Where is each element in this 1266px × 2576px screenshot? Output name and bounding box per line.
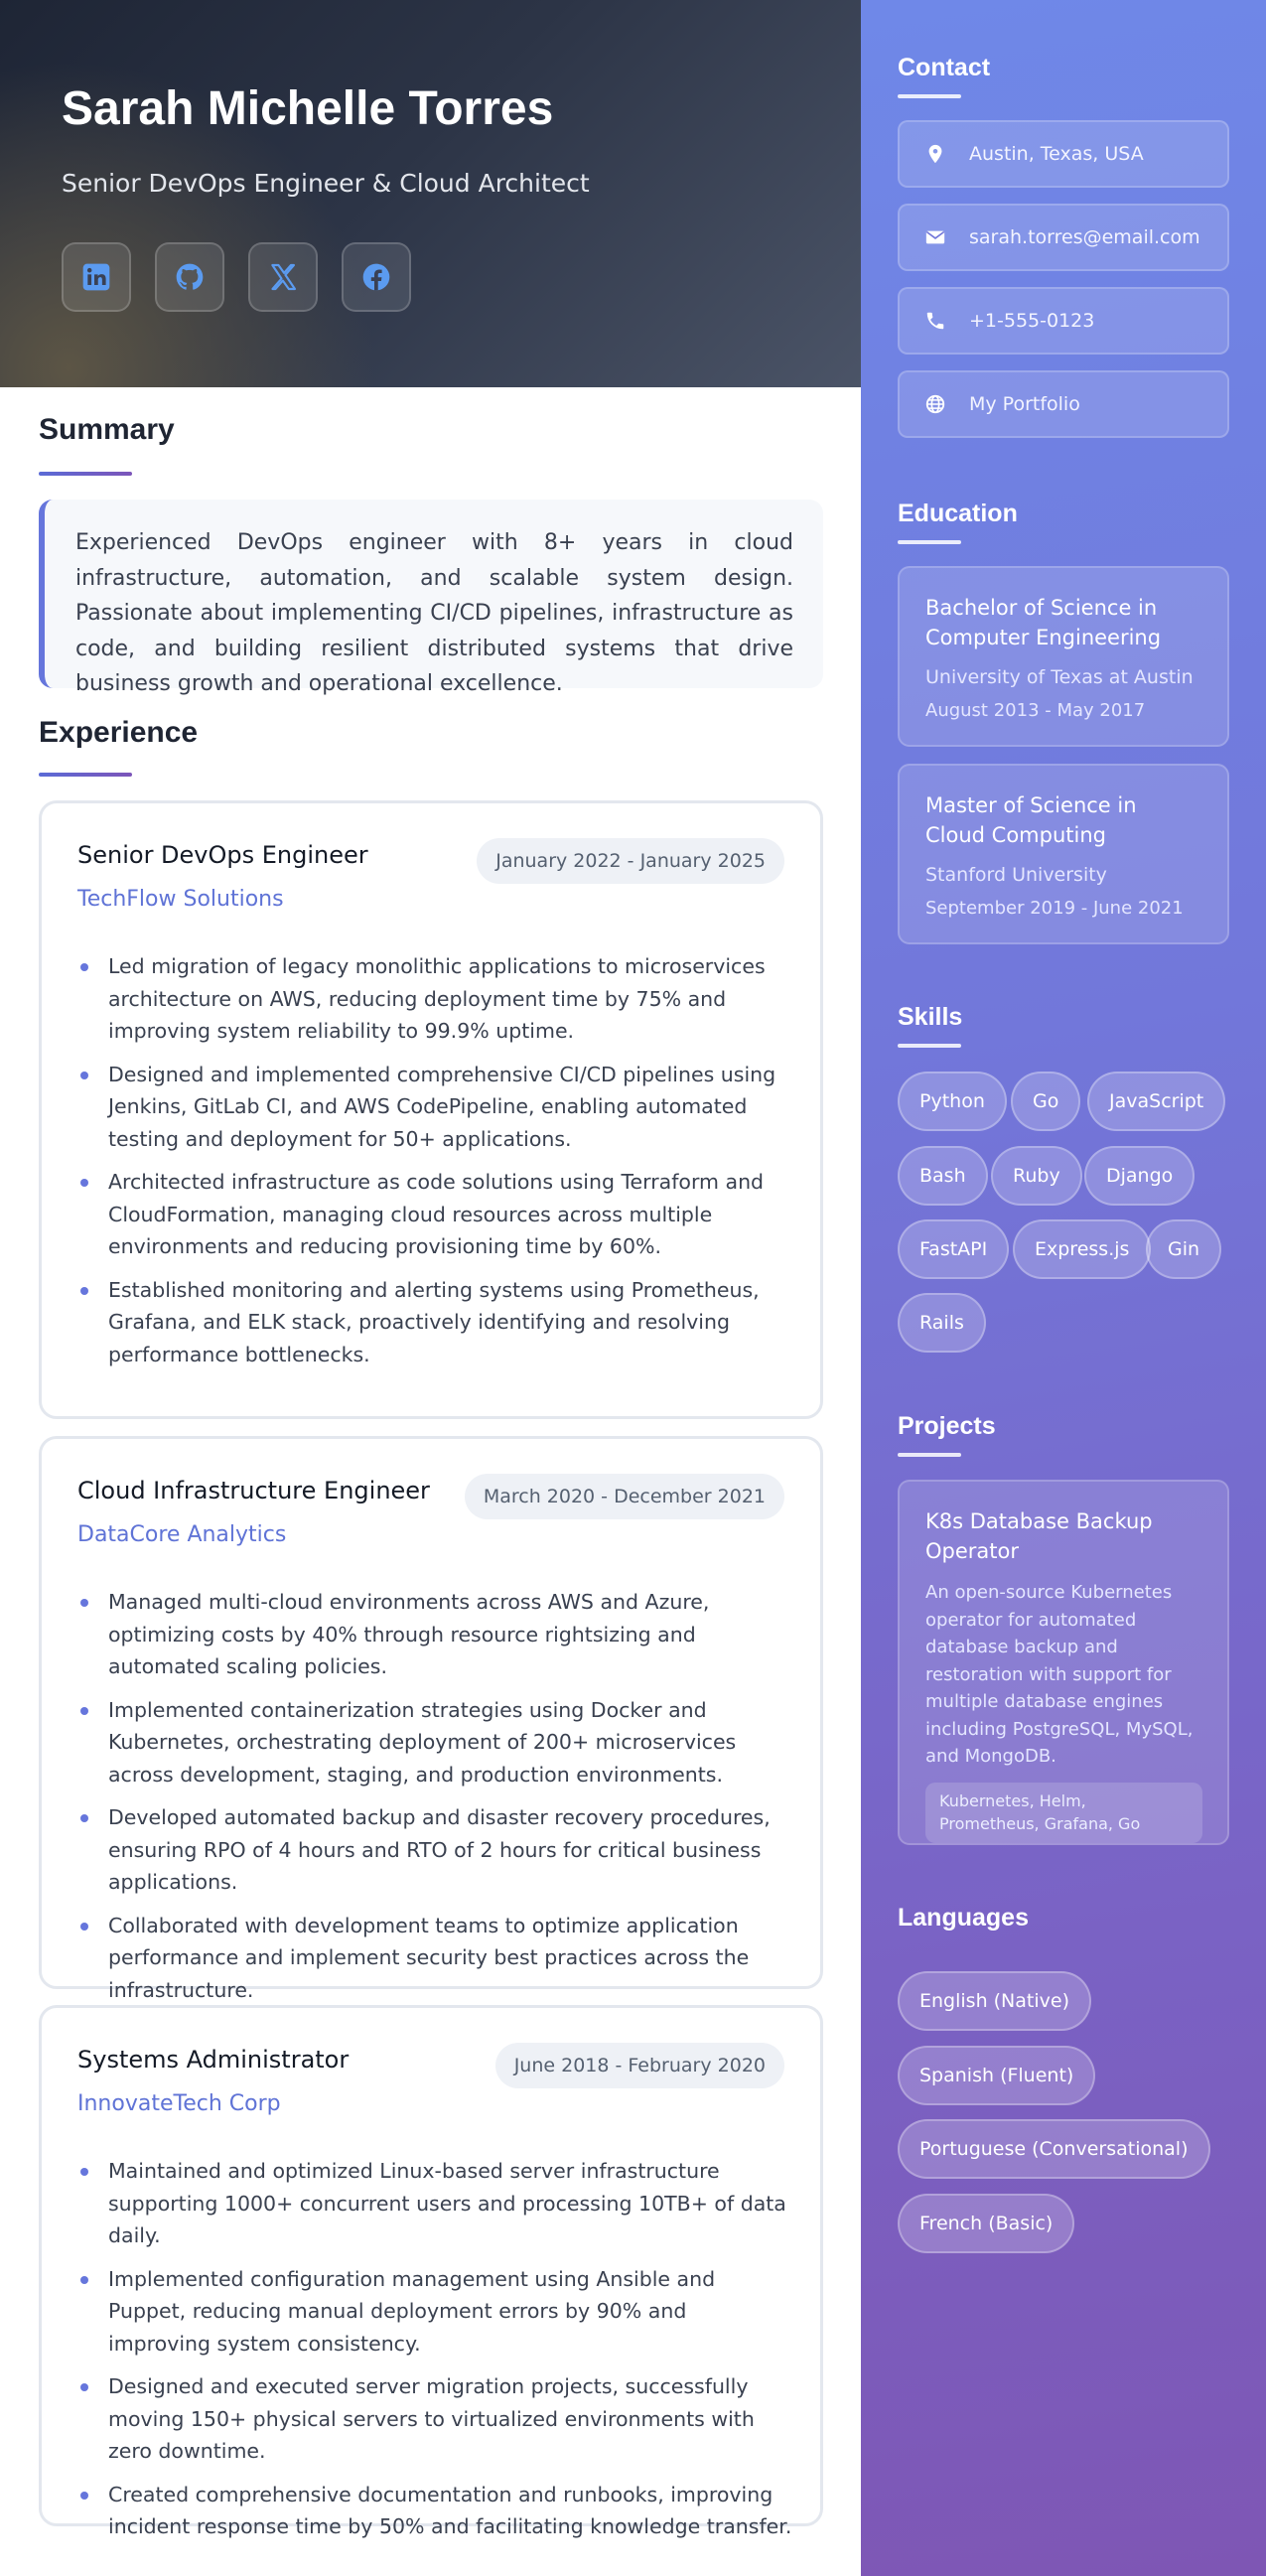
contact-heading-underline xyxy=(898,94,961,98)
phone-icon xyxy=(924,310,946,332)
project-tech: Kubernetes, Helm, Prometheus, Grafana, G… xyxy=(925,1782,1202,1843)
linkedin-link[interactable] xyxy=(62,242,131,312)
skill-chip: JavaScript xyxy=(1087,1072,1226,1131)
skill-chip: Ruby xyxy=(991,1146,1082,1206)
candidate-role: Senior DevOps Engineer & Cloud Architect xyxy=(62,169,590,198)
job-title: Systems Administrator xyxy=(77,2046,350,2074)
github-link[interactable] xyxy=(155,242,224,312)
contact-phone[interactable]: +1-555-0123 xyxy=(898,287,1229,355)
job-dates-badge: March 2020 - December 2021 xyxy=(464,1474,784,1519)
company-name: TechFlow Solutions xyxy=(77,887,284,912)
job-bullet: Implemented containerization strategies … xyxy=(77,1694,792,1791)
linkedin-icon xyxy=(82,263,110,291)
experience-card: Senior DevOps Engineer TechFlow Solution… xyxy=(39,800,823,1419)
job-dates-badge: June 2018 - February 2020 xyxy=(494,2043,784,2088)
experience-card: Cloud Infrastructure Engineer DataCore A… xyxy=(39,1436,823,2002)
skill-chip: Go xyxy=(1011,1072,1081,1131)
education-dates: August 2013 - May 2017 xyxy=(925,700,1146,721)
envelope-icon xyxy=(924,226,946,248)
job-bullets: Led migration of legacy monolithic appli… xyxy=(77,950,792,1381)
school: University of Texas at Austin xyxy=(925,666,1194,688)
language-chip: French (Basic) xyxy=(898,2194,1075,2253)
job-bullet: Managed multi-cloud environments across … xyxy=(77,1586,792,1683)
job-bullet: Developed automated backup and disaster … xyxy=(77,1801,792,1899)
job-title: Cloud Infrastructure Engineer xyxy=(77,1477,430,1504)
job-bullets: Managed multi-cloud environments across … xyxy=(77,1586,792,2017)
summary-heading: Summary xyxy=(39,413,175,446)
company-name: InnovateTech Corp xyxy=(77,2091,281,2116)
skill-chip: Gin xyxy=(1146,1219,1222,1279)
language-chip: Spanish (Fluent) xyxy=(898,2046,1096,2105)
job-bullet: Implemented configuration management usi… xyxy=(77,2263,792,2361)
x-link[interactable] xyxy=(248,242,318,312)
job-bullets: Maintained and optimized Linux-based ser… xyxy=(77,2155,792,2554)
job-bullet: Designed and implemented comprehensive C… xyxy=(77,1059,792,1156)
contact-text: +1-555-0123 xyxy=(969,310,1095,332)
sidebar: Contact Austin, Texas, USA sarah.torres@… xyxy=(861,0,1266,2576)
summary-box: Experienced DevOps engineer with 8+ year… xyxy=(39,500,823,696)
globe-icon xyxy=(924,393,946,415)
x-icon xyxy=(271,263,297,291)
skills-heading: Skills xyxy=(898,1003,963,1031)
contact-text: My Portfolio xyxy=(969,393,1080,415)
location-pin-icon xyxy=(924,143,946,165)
summary-text: Experienced DevOps engineer with 8+ year… xyxy=(75,530,793,696)
skill-chip: Rails xyxy=(898,1293,986,1353)
education-heading: Education xyxy=(898,500,1018,527)
job-bullet: Collaborated with development teams to o… xyxy=(77,1910,792,2007)
job-dates-badge: January 2022 - January 2025 xyxy=(477,838,784,884)
header: Sarah Michelle Torres Senior DevOps Engi… xyxy=(0,0,861,387)
education-card: Bachelor of Science in Computer Engineer… xyxy=(898,566,1229,747)
school: Stanford University xyxy=(925,864,1107,886)
job-bullet: Created comprehensive documentation and … xyxy=(77,2479,792,2543)
job-bullet: Led migration of legacy monolithic appli… xyxy=(77,950,792,1048)
degree: Bachelor of Science in Computer Engineer… xyxy=(925,596,1162,649)
social-links xyxy=(62,242,411,312)
job-bullet: Established monitoring and alerting syst… xyxy=(77,1274,792,1371)
job-bullet: Architected infrastructure as code solut… xyxy=(77,1166,792,1263)
contact-text: sarah.torres@email.com xyxy=(969,226,1200,248)
github-icon xyxy=(176,263,204,290)
contact-text: Austin, Texas, USA xyxy=(969,143,1144,165)
facebook-icon xyxy=(362,263,390,291)
experience-heading-underline xyxy=(39,773,132,777)
candidate-name: Sarah Michelle Torres xyxy=(62,82,554,135)
skills-heading-underline xyxy=(898,1044,961,1048)
project-description: An open-source Kubernetes operator for a… xyxy=(925,1582,1194,1767)
language-chip: Portuguese (Conversational) xyxy=(898,2119,1210,2179)
languages-heading: Languages xyxy=(898,1904,1029,1932)
experience-heading: Experience xyxy=(39,716,199,749)
education-dates: September 2019 - June 2021 xyxy=(925,898,1184,919)
skill-chip: Django xyxy=(1084,1146,1196,1206)
projects-heading: Projects xyxy=(898,1412,996,1440)
company-name: DataCore Analytics xyxy=(77,1522,287,1547)
projects-heading-underline xyxy=(898,1453,961,1457)
project-card: K8s Database Backup Operator An open-sou… xyxy=(898,1480,1229,1845)
contact-heading: Contact xyxy=(898,54,991,81)
skill-chip: Express.js xyxy=(1013,1219,1152,1279)
contact-portfolio[interactable]: My Portfolio xyxy=(898,370,1229,438)
skill-chip: FastAPI xyxy=(898,1219,1010,1279)
job-bullet: Designed and executed server migration p… xyxy=(77,2370,792,2468)
education-heading-underline xyxy=(898,540,961,544)
skill-chip: Bash xyxy=(898,1146,988,1206)
skill-chip: Python xyxy=(898,1072,1007,1131)
language-chip: English (Native) xyxy=(898,1971,1091,2031)
facebook-link[interactable] xyxy=(342,242,411,312)
job-bullet: Maintained and optimized Linux-based ser… xyxy=(77,2155,792,2252)
main-column: Sarah Michelle Torres Senior DevOps Engi… xyxy=(0,0,861,2576)
education-card: Master of Science in Cloud Computing Sta… xyxy=(898,764,1229,944)
degree: Master of Science in Cloud Computing xyxy=(925,793,1137,847)
contact-email[interactable]: sarah.torres@email.com xyxy=(898,204,1229,271)
project-title: K8s Database Backup Operator xyxy=(925,1509,1153,1563)
contact-location: Austin, Texas, USA xyxy=(898,120,1229,188)
experience-card: Systems Administrator InnovateTech Corp … xyxy=(39,2005,823,2538)
job-title: Senior DevOps Engineer xyxy=(77,841,368,869)
summary-heading-underline xyxy=(39,472,132,476)
